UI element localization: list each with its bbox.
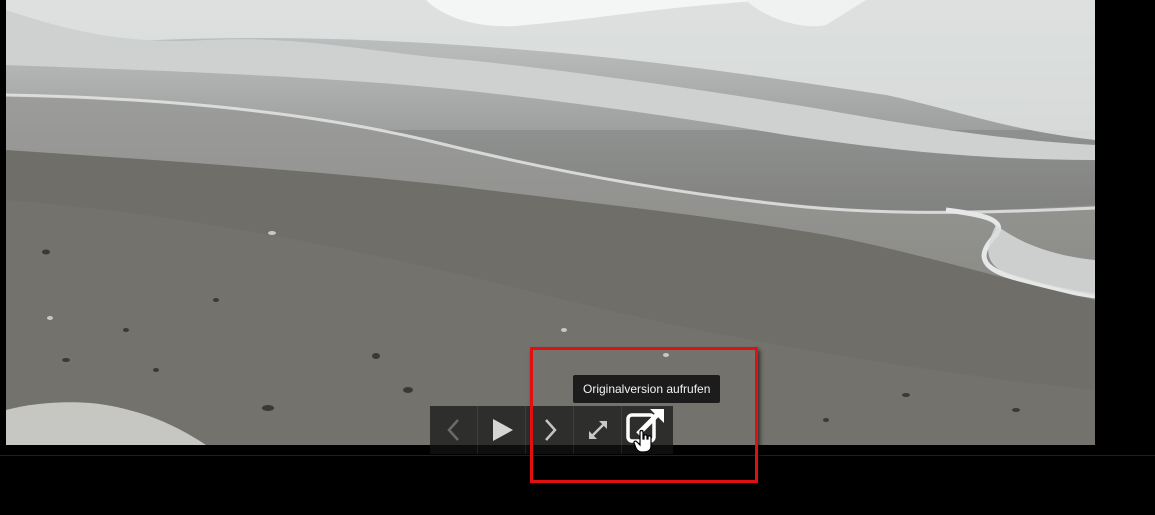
play-button[interactable]: [478, 406, 526, 454]
previous-button[interactable]: [430, 406, 478, 454]
highlight-frame: [530, 347, 758, 483]
chevron-left-icon: [446, 419, 459, 441]
play-icon: [492, 419, 513, 441]
